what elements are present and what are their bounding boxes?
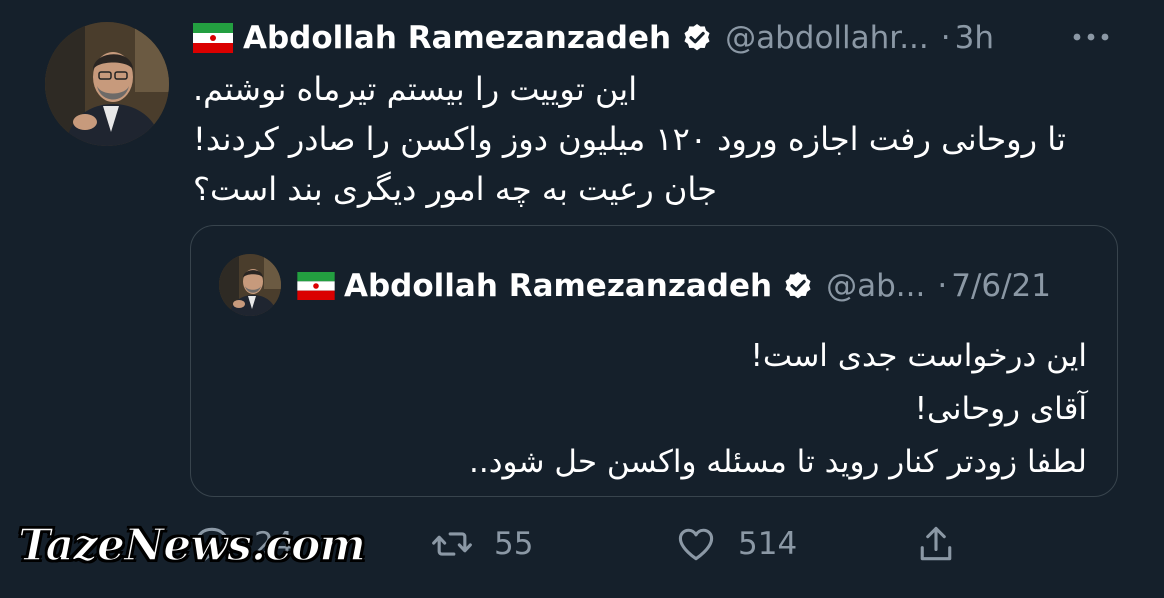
quoted-tweet-text: این درخواست جدی است! آقای روحانی! لطفا ز… xyxy=(230,330,1087,489)
quoted-author-name: Abdollah Ramezanzadeh xyxy=(344,268,773,304)
tweet-header: Abdollah Ramezanzadeh @abdollahr... · 3h xyxy=(193,14,1113,62)
tweet-timestamp[interactable]: 3h xyxy=(955,20,994,56)
more-icon[interactable] xyxy=(1069,22,1113,52)
quoted-author-handle: @ab... xyxy=(826,268,926,304)
retweet-button[interactable]: 55 xyxy=(430,512,533,576)
tweet-text-line: تا روحانی رفت اجازه ورود ۱۲۰ میلیون دوز … xyxy=(193,120,1066,158)
iran-flag-icon xyxy=(297,272,335,300)
like-count: 514 xyxy=(738,526,798,562)
quoted-text-line: آقای روحانی! xyxy=(914,391,1087,427)
tweet-text: این توییت را بیستم تیرماه نوشتم. تا روحا… xyxy=(193,64,1118,214)
tweet-text-line: جان رعیت به چه امور دیگری بند است؟ xyxy=(193,170,717,208)
quoted-text-line: این درخواست جدی است! xyxy=(750,338,1087,374)
retweet-icon xyxy=(430,522,474,566)
verified-badge-icon xyxy=(782,270,814,302)
share-button[interactable] xyxy=(914,512,958,576)
tweet-text-line: این توییت را بیستم تیرماه نوشتم. xyxy=(193,70,638,108)
share-icon xyxy=(914,522,958,566)
author-handle[interactable]: @abdollahr... xyxy=(725,20,929,56)
like-icon xyxy=(674,522,718,566)
author-avatar[interactable] xyxy=(45,22,169,146)
separator-dot: · xyxy=(940,20,951,56)
verified-badge-icon xyxy=(681,22,713,54)
like-button[interactable]: 514 xyxy=(674,512,797,576)
retweet-count: 55 xyxy=(494,526,534,562)
separator-dot: · xyxy=(937,268,948,304)
quoted-author-avatar xyxy=(219,254,281,316)
quoted-tweet-date: 7/6/21 xyxy=(951,268,1051,304)
iran-flag-icon xyxy=(193,23,233,53)
watermark-logo: TazeNews.com xyxy=(17,519,366,572)
quoted-text-line: لطفا زودتر کنار روید تا مسئله واکسن حل ش… xyxy=(469,444,1087,480)
quoted-tweet-header: Abdollah Ramezanzadeh @ab... · 7/6/21 xyxy=(297,262,1077,310)
author-name[interactable]: Abdollah Ramezanzadeh xyxy=(243,20,671,56)
